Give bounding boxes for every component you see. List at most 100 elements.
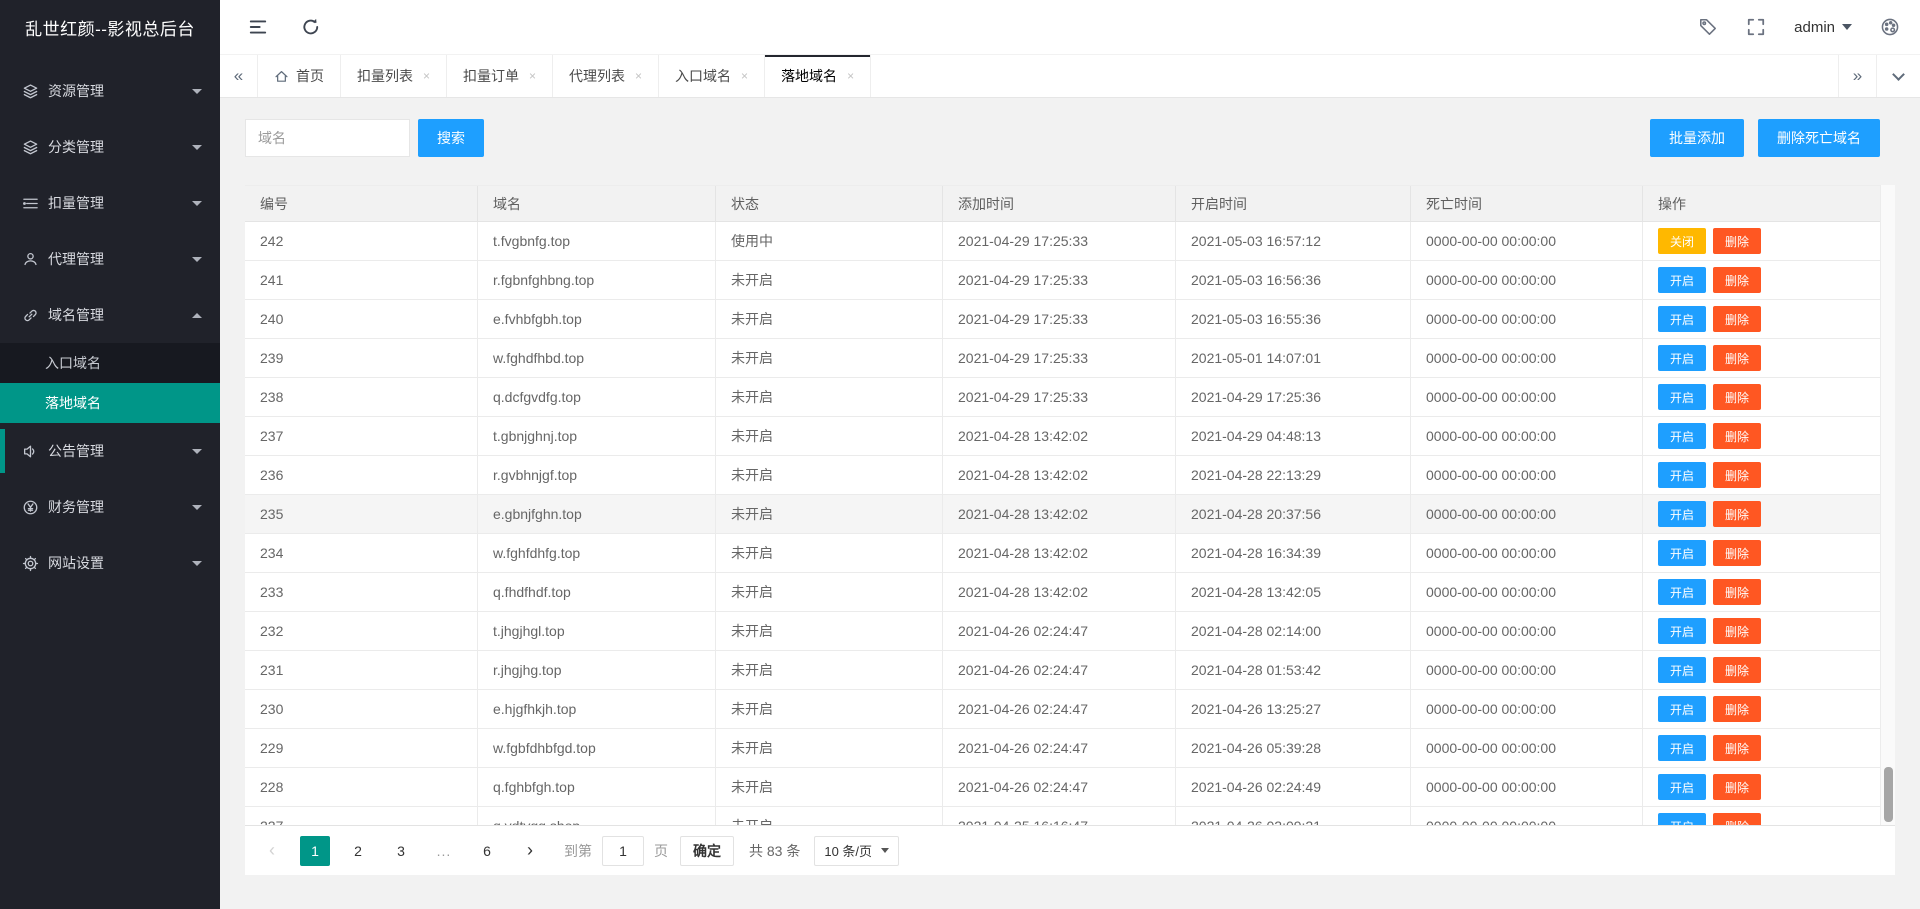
- open-button[interactable]: 开启: [1658, 267, 1707, 293]
- cell-added-time: 2021-04-28 13:42:02: [943, 417, 1176, 455]
- tag-icon[interactable]: [1698, 17, 1718, 37]
- goto-page-input[interactable]: [602, 835, 644, 866]
- tab-close-icon[interactable]: ×: [741, 69, 748, 83]
- delete-button[interactable]: 删除: [1713, 540, 1762, 566]
- tab-home[interactable]: 首页: [258, 55, 341, 97]
- open-button[interactable]: 开启: [1658, 501, 1707, 527]
- open-button[interactable]: 开启: [1658, 774, 1707, 800]
- table-row: 232 t.jhgjhgl.top 未开启 2021-04-26 02:24:47 20…: [245, 612, 1880, 651]
- open-button[interactable]: 开启: [1658, 696, 1707, 722]
- delete-button[interactable]: 删除: [1713, 384, 1762, 410]
- open-button[interactable]: 开启: [1658, 618, 1707, 644]
- page-button-2[interactable]: 2: [343, 836, 373, 866]
- open-button[interactable]: 开启: [1658, 579, 1707, 605]
- open-button[interactable]: 开启: [1658, 735, 1707, 761]
- palette-icon[interactable]: [1880, 17, 1900, 37]
- pagination-bar: ‹ 123... 6 › 到第 页 确定 共 83 条 10 条/页: [245, 825, 1895, 875]
- open-button[interactable]: 开启: [1658, 462, 1707, 488]
- sidebar-item-category[interactable]: 分类管理: [0, 119, 220, 175]
- tab-close-icon[interactable]: ×: [847, 69, 854, 83]
- open-button[interactable]: 开启: [1658, 345, 1707, 371]
- delete-button[interactable]: 删除: [1713, 774, 1762, 800]
- cell-dead-time: 0000-00-00 00:00:00: [1411, 534, 1643, 572]
- open-button[interactable]: 开启: [1658, 423, 1707, 449]
- open-button[interactable]: 开启: [1658, 306, 1707, 332]
- cell-id: 235: [245, 495, 478, 533]
- domain-table: 编号 域名 状态 添加时间 开启时间 死亡时间 操作 242 t.fvgbnfg.top 使用中…: [245, 185, 1880, 825]
- sidebar-subitem-entry-domain[interactable]: 入口域名: [0, 343, 220, 383]
- tab-deduct-list[interactable]: 扣量列表 ×: [341, 55, 448, 97]
- tabs-scroll-right-button[interactable]: »: [1838, 55, 1876, 97]
- cell-open-time: 2021-04-26 02:09:21: [1176, 807, 1411, 825]
- sidebar-item-deduct[interactable]: 扣量管理: [0, 175, 220, 231]
- cell-open-time: 2021-04-26 05:39:28: [1176, 729, 1411, 767]
- tab-close-icon[interactable]: ×: [423, 69, 430, 83]
- confirm-button[interactable]: 确定: [680, 835, 734, 866]
- sidebar-scrollbar-thumb[interactable]: [0, 429, 5, 473]
- delete-dead-domains-button[interactable]: 删除死亡域名: [1758, 119, 1880, 157]
- sidebar-item-finance[interactable]: 财务管理: [0, 479, 220, 535]
- delete-button[interactable]: 删除: [1713, 618, 1762, 644]
- delete-button[interactable]: 删除: [1713, 501, 1762, 527]
- delete-button[interactable]: 删除: [1713, 423, 1762, 449]
- delete-button[interactable]: 删除: [1713, 657, 1762, 683]
- page-button-6[interactable]: 6: [472, 836, 502, 866]
- table-scrollbar[interactable]: [1880, 185, 1895, 825]
- open-button[interactable]: 开启: [1658, 384, 1707, 410]
- tabs-strip: 首页 扣量列表 × 扣量订单 × 代理列表 × 入口域名 × 落地域名 ×: [258, 55, 1838, 97]
- delete-button[interactable]: 删除: [1713, 462, 1762, 488]
- menu-fold-icon[interactable]: [248, 17, 268, 37]
- table-card: 编号 域名 状态 添加时间 开启时间 死亡时间 操作 242 t.fvgbnfg.top 使用中…: [245, 185, 1895, 875]
- delete-button[interactable]: 删除: [1713, 696, 1762, 722]
- cell-dead-time: 0000-00-00 00:00:00: [1411, 690, 1643, 728]
- refresh-icon[interactable]: [301, 17, 321, 37]
- sidebar-subitem-landing-domain[interactable]: 落地域名: [0, 383, 220, 423]
- sidebar-item-agent[interactable]: 代理管理: [0, 231, 220, 287]
- delete-button[interactable]: 删除: [1713, 579, 1762, 605]
- tab-deduct-orders[interactable]: 扣量订单 ×: [447, 55, 554, 97]
- open-button[interactable]: 开启: [1658, 540, 1707, 566]
- sidebar-item-resource[interactable]: 资源管理: [0, 63, 220, 119]
- tab-close-icon[interactable]: ×: [635, 69, 642, 83]
- cell-actions: 开启删除: [1643, 456, 1880, 494]
- close-button[interactable]: 关闭: [1658, 228, 1707, 254]
- page-size-select[interactable]: 10 条/页: [814, 835, 900, 866]
- topbar-left: [248, 17, 321, 37]
- tab-close-icon[interactable]: ×: [529, 69, 536, 83]
- cell-open-time: 2021-04-28 13:42:05: [1176, 573, 1411, 611]
- cell-status: 未开启: [716, 456, 943, 494]
- tab-agent-list[interactable]: 代理列表 ×: [553, 55, 660, 97]
- sidebar-item-notice[interactable]: 公告管理: [0, 423, 220, 479]
- tab-entry-domain[interactable]: 入口域名 ×: [659, 55, 766, 97]
- page-button-3[interactable]: 3: [386, 836, 416, 866]
- delete-button[interactable]: 删除: [1713, 267, 1762, 293]
- delete-button[interactable]: 删除: [1713, 813, 1762, 825]
- tab-landing-domain[interactable]: 落地域名 ×: [765, 55, 872, 97]
- open-button[interactable]: 开启: [1658, 657, 1707, 683]
- search-button[interactable]: 搜索: [418, 119, 484, 157]
- sidebar-item-domain[interactable]: 域名管理: [0, 287, 220, 343]
- cell-actions: 开启删除: [1643, 651, 1880, 689]
- delete-button[interactable]: 删除: [1713, 306, 1762, 332]
- user-menu[interactable]: admin: [1794, 19, 1852, 36]
- tabs-scroll-left-button[interactable]: «: [220, 55, 258, 97]
- cell-dead-time: 0000-00-00 00:00:00: [1411, 495, 1643, 533]
- table-scrollbar-thumb[interactable]: [1884, 767, 1893, 822]
- fullscreen-icon[interactable]: [1746, 17, 1766, 37]
- cell-actions: 开启删除: [1643, 261, 1880, 299]
- open-button[interactable]: 开启: [1658, 813, 1707, 825]
- sidebar-item-site[interactable]: 网站设置: [0, 535, 220, 591]
- page-next-button[interactable]: ›: [515, 836, 545, 866]
- page-button-1[interactable]: 1: [300, 835, 330, 866]
- delete-button[interactable]: 删除: [1713, 735, 1762, 761]
- batch-add-button[interactable]: 批量添加: [1650, 119, 1744, 157]
- delete-button[interactable]: 删除: [1713, 345, 1762, 371]
- topbar: admin: [220, 0, 1920, 55]
- tabs-dropdown-button[interactable]: [1876, 55, 1920, 97]
- cell-dead-time: 0000-00-00 00:00:00: [1411, 651, 1643, 689]
- cell-open-time: 2021-05-03 16:56:36: [1176, 261, 1411, 299]
- page-prev-button[interactable]: ‹: [257, 836, 287, 866]
- search-input[interactable]: [245, 119, 410, 157]
- delete-button[interactable]: 删除: [1713, 228, 1762, 254]
- cell-id: 236: [245, 456, 478, 494]
